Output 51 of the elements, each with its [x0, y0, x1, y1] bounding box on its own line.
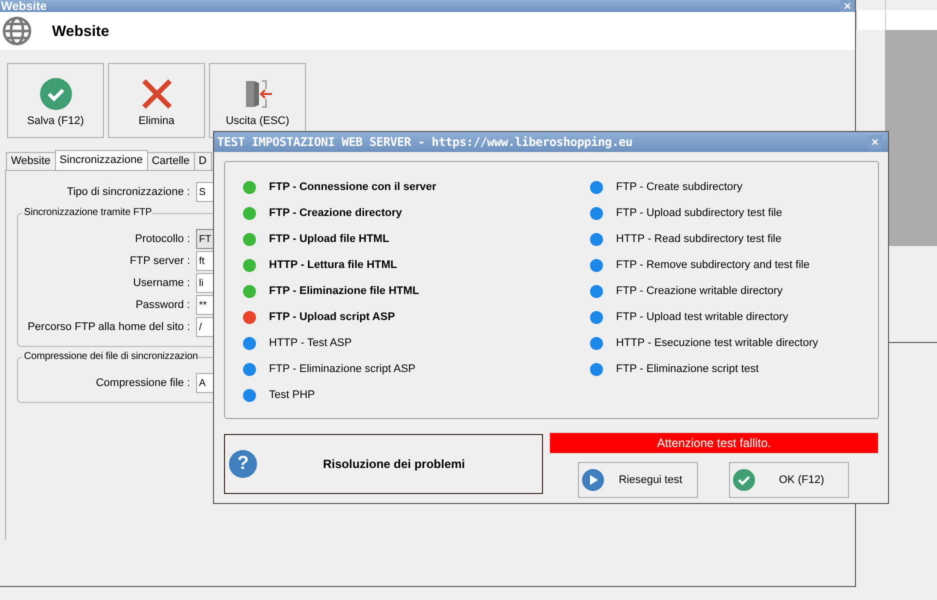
test-label: FTP - Eliminazione script ASP [269, 363, 416, 375]
input-field[interactable]: S [196, 182, 213, 202]
toolbar-button[interactable]: Elimina [108, 63, 205, 138]
tab[interactable]: D [194, 152, 212, 170]
test-label: FTP - Connessione con il server [269, 181, 436, 193]
tab[interactable]: Sincronizzazione [54, 150, 148, 170]
play-icon [582, 469, 604, 491]
test-label: FTP - Remove subdirectory and test file [616, 259, 810, 271]
field-label: Password : [136, 299, 190, 311]
field-label: Tipo di sincronizzazione : [66, 186, 190, 198]
toolbar-button[interactable]: Uscita (ESC) [209, 63, 306, 138]
input-field[interactable]: A [196, 373, 213, 393]
test-label: FTP - Upload subdirectory test file [616, 207, 782, 219]
header-title: Website [52, 22, 110, 40]
field-label: FTP server : [130, 255, 190, 267]
check-circle-icon [40, 78, 72, 110]
test-label: FTP - Create subdirectory [616, 181, 742, 193]
dialog-title: TEST IMPOSTAZIONI WEB SERVER - https://www.liberoshopping.eu [217, 135, 632, 149]
field-label: Compressione file : [96, 377, 190, 389]
window-title: Website [0, 0, 47, 12]
test-label: HTTP - Esecuzione test writable directory [616, 337, 818, 349]
test-label: FTP - Creazione writable directory [616, 285, 783, 297]
help-icon: ? [229, 450, 257, 478]
test-label: Test PHP [269, 389, 315, 401]
test-label: FTP - Upload script ASP [269, 311, 395, 323]
input-field[interactable]: / [196, 317, 213, 337]
test-label: FTP - Eliminazione script test [616, 363, 759, 375]
cross-icon [140, 78, 172, 110]
test-label: FTP - Upload test writable directory [616, 311, 788, 323]
input-field[interactable]: li [196, 273, 213, 293]
test-label: HTTP - Test ASP [269, 337, 352, 349]
test-label: FTP - Eliminazione file HTML [269, 285, 420, 297]
globe-icon [2, 16, 32, 46]
field-label: Username : [133, 277, 190, 289]
troubleshoot-button[interactable]: ? Risoluzione dei problemi [224, 434, 543, 494]
test-label: FTP - Creazione directory [269, 207, 402, 219]
check-circle-icon [733, 469, 755, 491]
dialog-button[interactable]: OK (F12) [729, 462, 849, 498]
field-label: Percorso FTP alla home del sito : [28, 321, 190, 333]
field-label: Protocollo : [134, 233, 190, 245]
tab[interactable]: Website [6, 152, 56, 170]
test-label: HTTP - Read subdirectory test file [616, 233, 782, 245]
group-title: Compressione dei file di sincronizzazion [22, 351, 198, 362]
dialog-button[interactable]: Riesegui test [578, 462, 698, 498]
group-title: Sincronizzazione tramite FTP [22, 207, 152, 218]
test-label: HTTP - Lettura file HTML [269, 259, 398, 271]
toolbar-button[interactable]: Salva (F12) [7, 63, 104, 138]
input-field[interactable]: ** [196, 295, 213, 315]
status-message: Attenzione test fallito. [549, 432, 879, 454]
test-label: FTP - Upload file HTML [269, 233, 390, 245]
input-field[interactable]: ft [196, 251, 213, 271]
